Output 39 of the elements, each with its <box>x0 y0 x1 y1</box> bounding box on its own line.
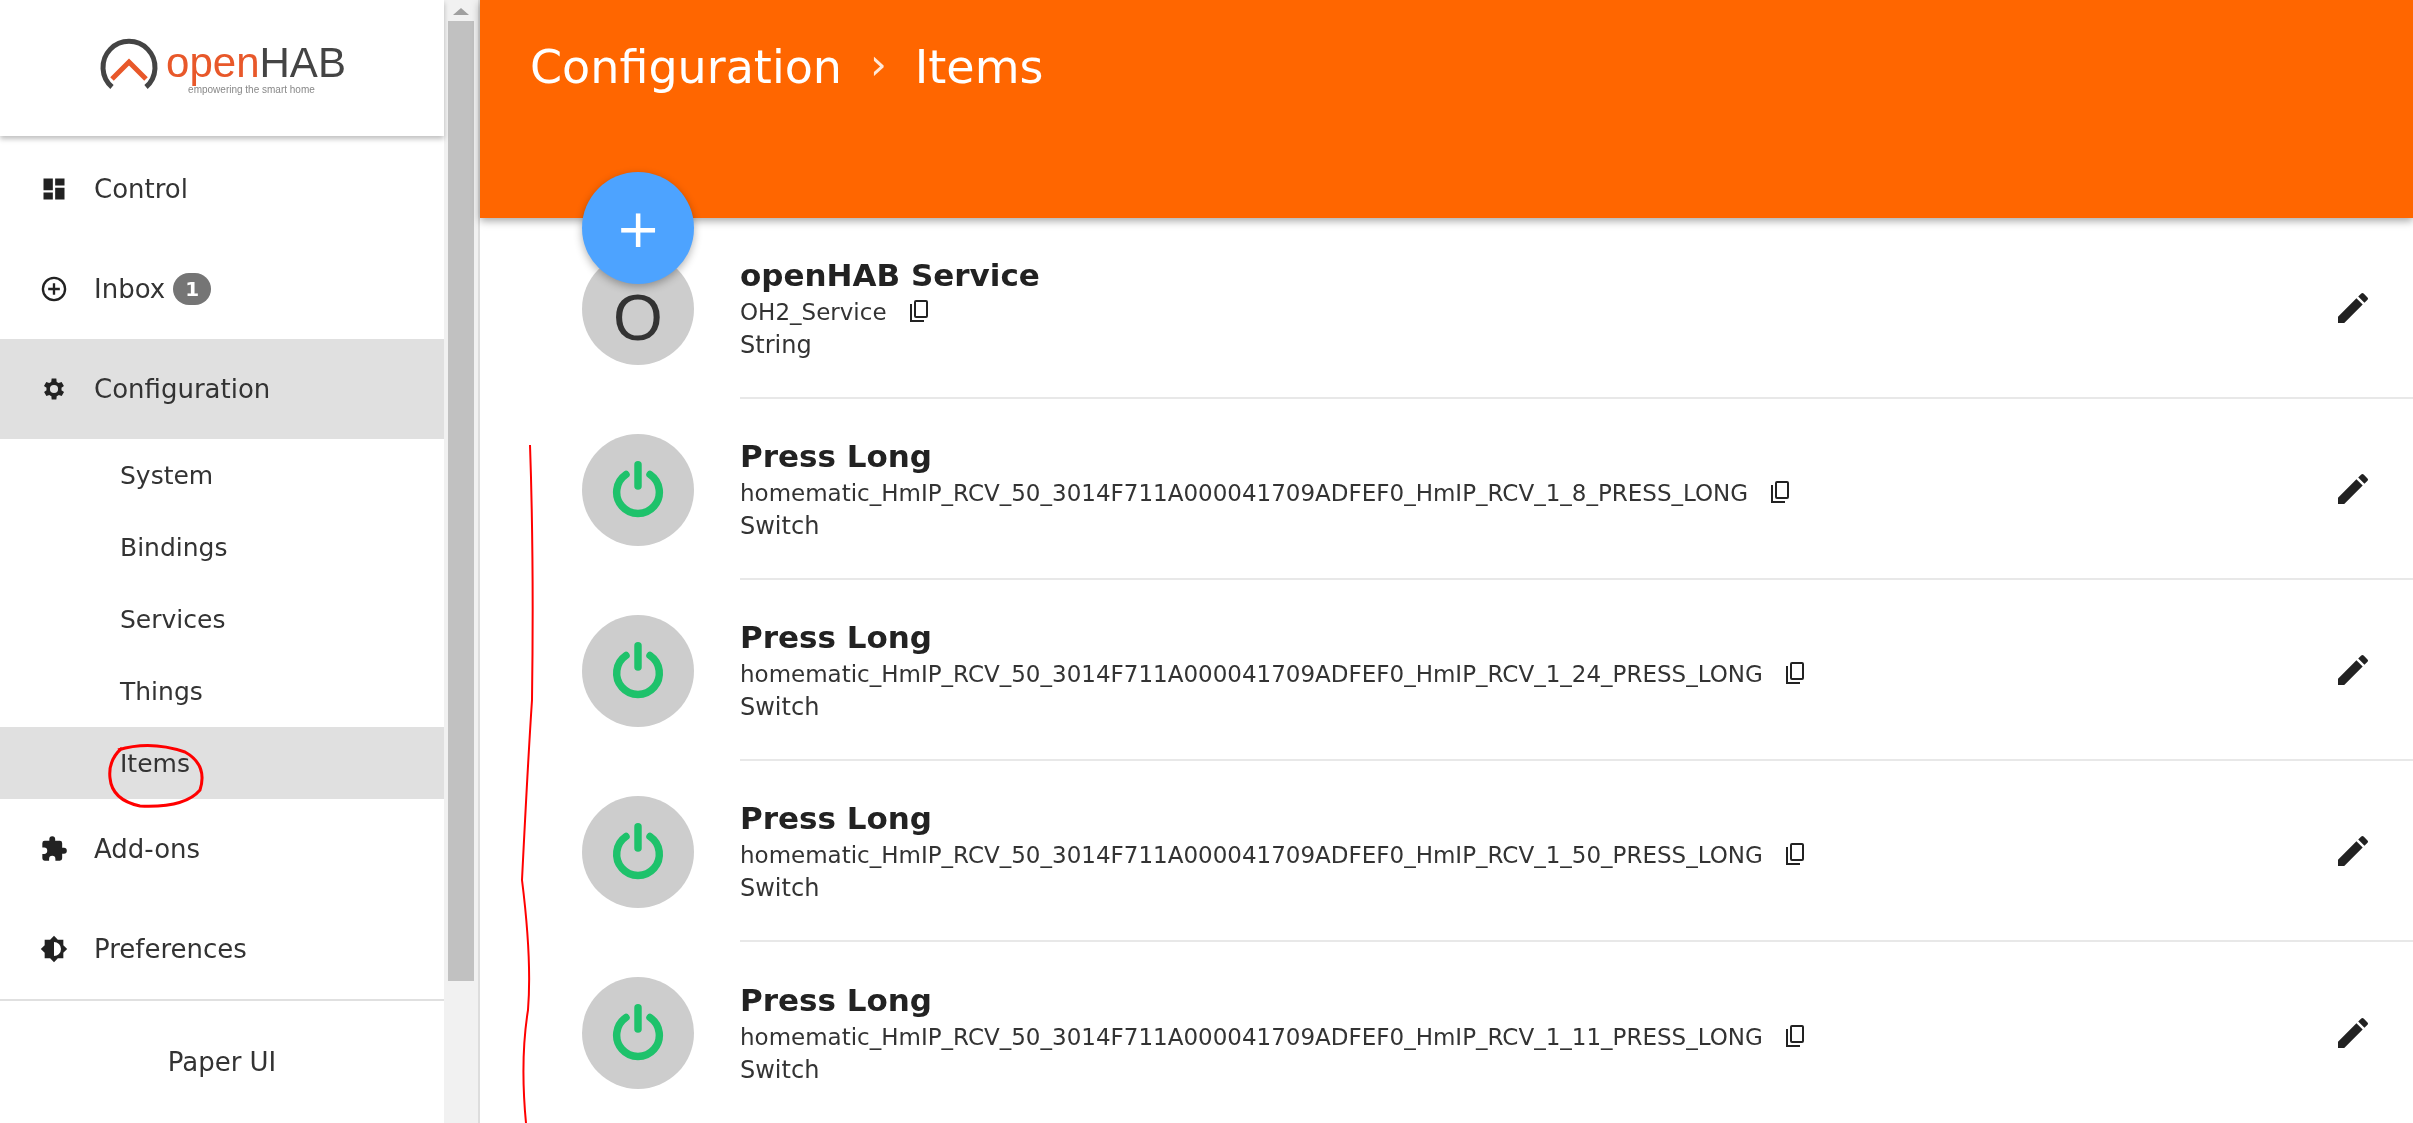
copy-icon[interactable] <box>1784 842 1807 867</box>
scrollbar[interactable] <box>444 0 480 1123</box>
item-title: Press Long <box>740 799 934 836</box>
item-type: Switch <box>740 511 821 540</box>
item-type: Switch <box>740 692 821 721</box>
nav-item[interactable]: Preferences <box>0 899 444 1000</box>
count-badge: 1 <box>173 273 212 306</box>
nav-item[interactable]: Inbox 1 <box>0 239 444 340</box>
logo-wordmark: openHAB <box>166 41 346 84</box>
item-title: Press Long <box>740 618 934 655</box>
item-type: Switch <box>740 1055 821 1084</box>
item-type: Switch <box>740 873 821 902</box>
nav-item[interactable]: Configuration <box>0 339 444 440</box>
item-title: Press Long <box>740 981 934 1018</box>
copy-icon[interactable] <box>908 299 931 324</box>
item-name: homematic_HmIP_RCV_50_3014F711A000041709ADFEF0_HmIP_RCV_1_50_PRESS_LONG <box>740 841 1763 868</box>
item-type: String <box>740 330 813 359</box>
add-circle-icon <box>40 275 68 304</box>
breadcrumb-separator: › <box>869 40 887 89</box>
avatar-letter: O <box>613 285 663 350</box>
item-name: homematic_HmIP_RCV_50_3014F711A000041709ADFEF0_HmIP_RCV_1_11_PRESS_LONG <box>740 1023 1763 1050</box>
nav-subitem[interactable]: Things <box>0 655 444 728</box>
copy-icon[interactable] <box>1784 661 1807 686</box>
nav-subitem[interactable]: Services <box>0 583 444 656</box>
item-name: homematic_HmIP_RCV_50_3014F711A000041709ADFEF0_HmIP_RCV_1_8_PRESS_LONG <box>740 479 1749 506</box>
nav-item[interactable]: Add-ons <box>0 799 444 900</box>
nav-subitem[interactable]: Bindings <box>0 511 444 584</box>
contrast-icon <box>40 935 68 964</box>
item-name: homematic_HmIP_RCV_50_3014F711A000041709ADFEF0_HmIP_RCV_1_24_PRESS_LONG <box>740 660 1763 687</box>
scrollbar-thumb[interactable] <box>448 21 474 981</box>
copy-icon[interactable] <box>1784 1024 1807 1049</box>
nav-item[interactable]: Control <box>0 139 444 240</box>
breadcrumb-item: Items <box>914 40 1044 94</box>
item-title: Press Long <box>740 437 934 474</box>
nav-subitem[interactable]: Items <box>0 727 444 800</box>
item-title: openHAB Service <box>740 256 1041 293</box>
puzzle-icon <box>40 835 68 864</box>
nav-subitem[interactable]: System <box>0 439 444 512</box>
item-name: OH2_Service <box>740 298 887 325</box>
